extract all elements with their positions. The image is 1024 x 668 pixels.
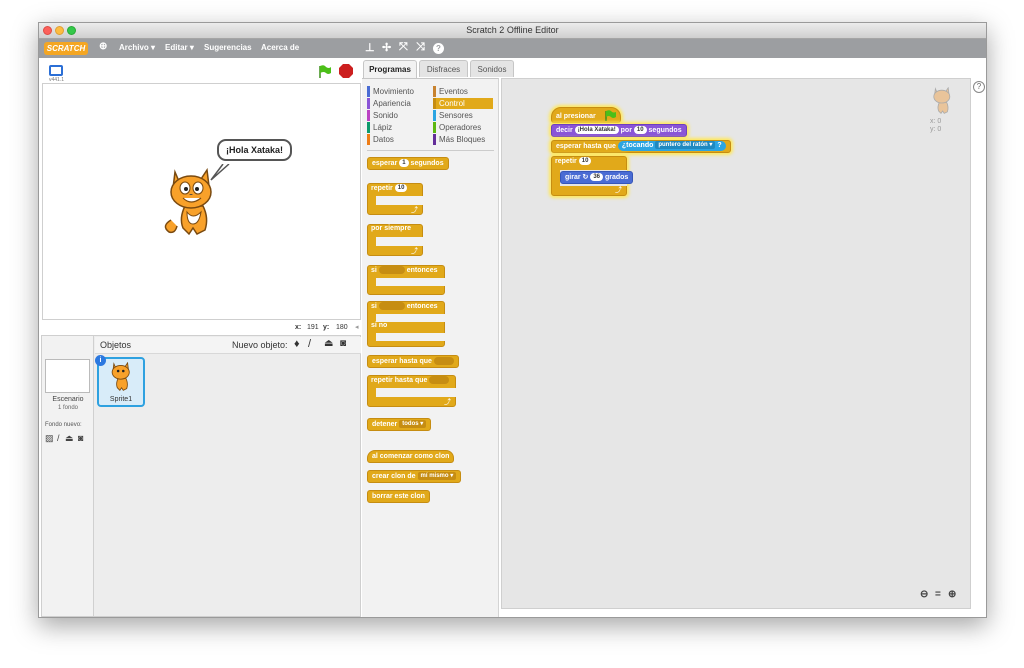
category-eventos[interactable]: Eventos [433, 86, 493, 97]
sprite-name: Sprite1 [109, 396, 133, 403]
collapse-stage-icon[interactable]: ◂ [355, 323, 359, 331]
menu-acerca-de[interactable]: Acerca de [261, 43, 299, 52]
category-datos[interactable]: Datos [367, 134, 427, 145]
mouse-coordinates: x: 191 y: 180 ◂ [39, 321, 361, 335]
tab-disfraces[interactable]: Disfraces [419, 60, 468, 77]
stage-header: v441.1 [39, 58, 361, 83]
sprites-header: Objetos Nuevo objeto: ♦ / ⏏ ◙ [95, 337, 361, 354]
green-flag-icon[interactable] [318, 65, 332, 78]
cat-sprite[interactable] [163, 168, 225, 238]
block-si-entonces-si-no[interactable]: si entonces si no [367, 301, 445, 347]
upload-sprite-icon[interactable]: ⏏ [324, 338, 333, 349]
palette-divider [367, 150, 494, 151]
window-title: Scratch 2 Offline Editor [466, 25, 559, 35]
stage-backdrop-count: 1 fondo [57, 405, 79, 411]
script-tocando-reporter[interactable]: ¿tocando puntero del ratón ▾ ? [617, 141, 726, 152]
scripts-area[interactable]: al presionar decir ¡Hola Xataka! por 10 … [501, 78, 971, 609]
script-hat-green-flag[interactable]: al presionar [551, 107, 621, 123]
info-icon[interactable]: i [95, 355, 106, 366]
category-movimiento[interactable]: Movimiento [367, 86, 427, 97]
category-operadores[interactable]: Operadores [433, 122, 493, 133]
category-lapiz[interactable]: Lápiz [367, 122, 427, 133]
delete-icon[interactable]: ✢ [382, 41, 391, 54]
x-value: 191 [307, 324, 319, 331]
sprite-thumbnail-cat [111, 362, 130, 391]
block-por-siempre[interactable]: por siempre ⤴ [367, 224, 423, 256]
tab-sonidos[interactable]: Sonidos [470, 60, 514, 77]
block-repetir[interactable]: repetir 10 ⤴ [367, 183, 423, 215]
sprite-x-readout: x: 0 [930, 118, 942, 125]
current-sprite-icon [933, 87, 951, 115]
camera-sprite-icon[interactable]: ◙ [340, 338, 346, 349]
block-esperar-hasta-que[interactable]: esperar hasta que [367, 355, 459, 368]
menu-bar: SCRATCH ⊕ Archivo ▾ Editar ▾ Sugerencias… [39, 39, 986, 58]
menu-sugerencias[interactable]: Sugerencias [204, 43, 252, 52]
duplicate-icon[interactable]: ⊥ [365, 41, 375, 54]
menu-archivo[interactable]: Archivo ▾ [119, 43, 155, 52]
category-control[interactable]: Control [433, 98, 493, 109]
stage[interactable]: ¡Hola Xataka! [42, 83, 361, 320]
new-backdrop-label: Fondo nuevo: [45, 422, 82, 428]
paint-sprite-icon[interactable]: / [308, 338, 311, 350]
block-crear-clon[interactable]: crear clon de mí mismo ▾ [367, 470, 462, 483]
backdrop-library-icon[interactable]: ▨ [45, 433, 54, 444]
script-esperar-hasta-que-block[interactable]: esperar hasta que ¿tocando puntero del r… [551, 140, 731, 153]
category-sonido[interactable]: Sonido [367, 110, 427, 121]
script-decir-block[interactable]: decir ¡Hola Xataka! por 10 segundos [551, 124, 687, 137]
paint-backdrop-icon[interactable]: / [57, 433, 60, 443]
upload-backdrop-icon[interactable]: ⏏ [65, 433, 74, 444]
scratch-logo[interactable]: SCRATCH [44, 42, 88, 55]
tips-help-icon[interactable]: ? [973, 81, 985, 93]
tab-programas[interactable]: Programas [363, 60, 417, 78]
sprites-title: Objetos [100, 340, 132, 350]
sprite-library-icon[interactable]: ♦ [294, 338, 300, 350]
zoom-out-icon[interactable]: ⊖ [920, 589, 928, 600]
new-object-label: Nuevo objeto: [232, 340, 288, 350]
category-sensores[interactable]: Sensores [433, 110, 493, 121]
script-girar-block[interactable]: girar ↻ 36 grados [560, 171, 634, 184]
script-green-flag-icon [605, 110, 616, 121]
x-label: x: [295, 324, 302, 331]
block-palette: Movimiento Apariencia Sonido Lápiz Datos… [362, 78, 499, 617]
block-si-entonces[interactable]: si entonces [367, 265, 445, 295]
category-mas-bloques[interactable]: Más Bloques [433, 134, 493, 145]
speech-bubble: ¡Hola Xataka! [217, 139, 293, 161]
help-icon[interactable]: ? [433, 43, 444, 54]
sprites-pane: Escenario 1 fondo Fondo nuevo: ▨ / ⏏ ◙ O… [41, 335, 361, 617]
sprite-tile[interactable]: i Sprite1 [95, 355, 145, 407]
block-esperar-segundos[interactable]: esperar 1 segundos [367, 157, 449, 170]
grow-icon[interactable]: ⤧ [399, 41, 408, 54]
zoom-in-icon[interactable]: ⊕ [948, 589, 956, 600]
block-borrar-este-clon[interactable]: borrar este clon [367, 490, 430, 503]
stage-label: Escenario [52, 396, 84, 403]
shrink-icon[interactable]: ⤨ [416, 41, 425, 54]
camera-backdrop-icon[interactable]: ◙ [78, 433, 83, 443]
editor-tabs: Programas Disfraces Sonidos [363, 60, 533, 78]
block-al-comenzar-como-clon[interactable]: al comenzar como clon [367, 450, 455, 463]
fullscreen-icon[interactable] [49, 65, 63, 76]
globe-icon[interactable]: ⊕ [99, 41, 107, 52]
editor-window: Scratch 2 Offline Editor SCRATCH ⊕ Archi… [38, 22, 987, 618]
block-repetir-hasta-que[interactable]: repetir hasta que ⤴ [367, 375, 456, 407]
category-apariencia[interactable]: Apariencia [367, 98, 427, 109]
block-detener[interactable]: detener todos ▾ [367, 418, 432, 431]
stage-column: Escenario 1 fondo Fondo nuevo: ▨ / ⏏ ◙ [42, 336, 94, 616]
sprite-y-readout: y: 0 [930, 126, 942, 133]
y-label: y: [323, 324, 330, 331]
stop-icon[interactable] [339, 64, 353, 78]
title-bar: Scratch 2 Offline Editor [39, 23, 986, 39]
menu-editar[interactable]: Editar ▾ [165, 43, 194, 52]
zoom-reset-button[interactable]: = [935, 589, 941, 600]
y-value: 180 [336, 324, 348, 331]
stage-thumbnail[interactable] [45, 359, 90, 393]
